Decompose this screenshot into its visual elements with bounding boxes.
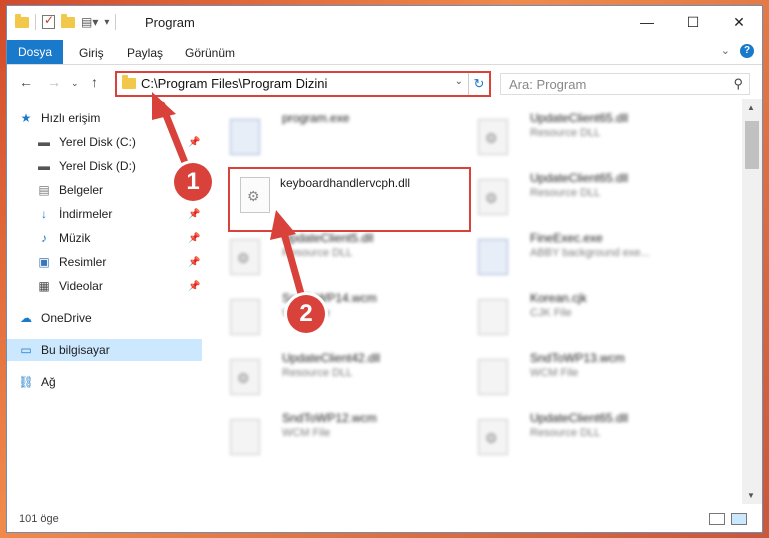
step-2-badge: 2 — [287, 295, 325, 333]
annotation-arrows — [152, 92, 309, 312]
step-1-badge: 1 — [174, 163, 212, 201]
arrow-2 — [270, 210, 309, 312]
